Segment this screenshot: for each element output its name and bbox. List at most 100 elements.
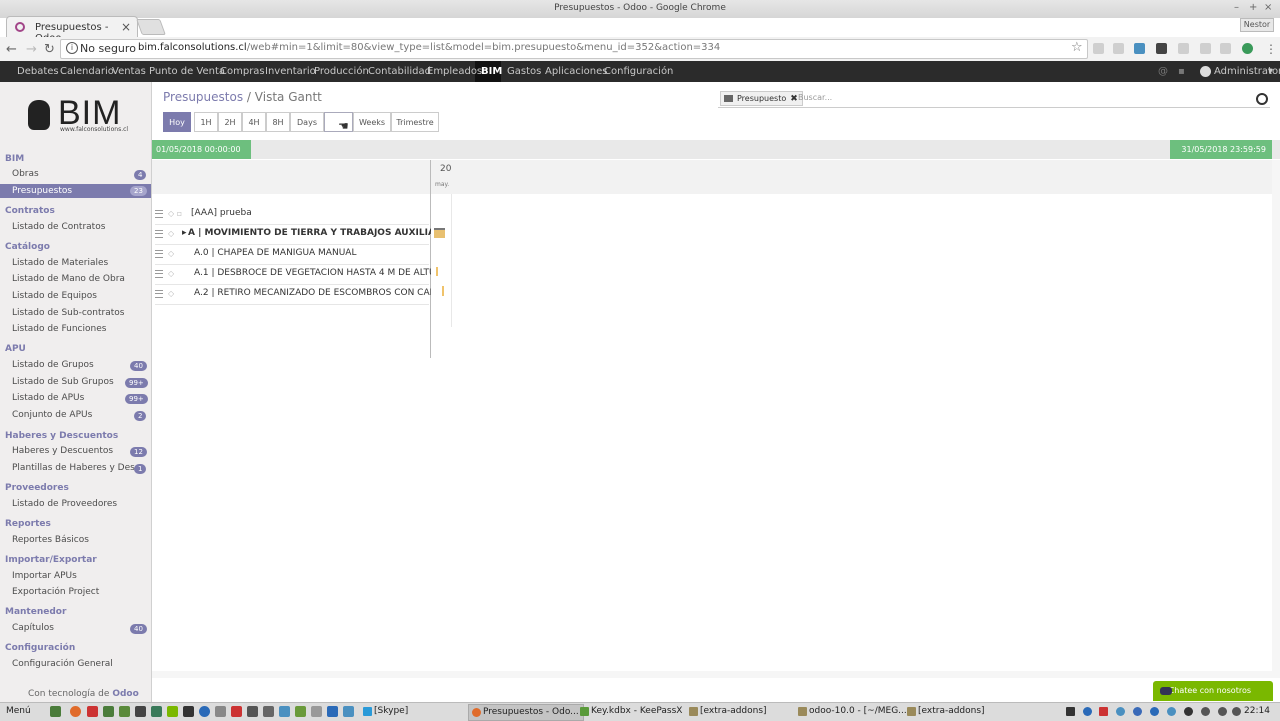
menu-gastos[interactable]: Gastos xyxy=(507,66,541,77)
sidebar-item-subcontratos[interactable]: Listado de Sub-contratos xyxy=(12,308,124,318)
chrome-menu-icon[interactable]: ⋮ xyxy=(1265,42,1277,56)
range-end-handle[interactable]: 31/05/2018 23:59:59 xyxy=(1170,140,1272,159)
sidebar-item-equipos[interactable]: Listado de Equipos xyxy=(12,291,97,301)
sidebar-item-sub-grupos[interactable]: Listado de Sub Grupos xyxy=(12,377,114,387)
sidebar-item-contratos[interactable]: Listado de Contratos xyxy=(12,222,105,232)
sidebar-item-configuracion-general[interactable]: Configuración General xyxy=(12,659,113,669)
power-icon[interactable] xyxy=(1218,707,1227,716)
launcher-icon[interactable] xyxy=(119,706,130,717)
search-bar[interactable]: Presupuesto ✖ Buscar... xyxy=(718,90,1270,108)
launcher-icon[interactable] xyxy=(135,706,146,717)
user-menu-caret-icon[interactable]: ▾ xyxy=(1268,66,1273,77)
gantt-task-row[interactable]: ◇ A.1 | DESBROCE DE VEGETACION HASTA 4 M… xyxy=(155,266,431,282)
tab-close-icon[interactable]: × xyxy=(121,20,131,34)
taskbar-task[interactable]: [extra-addons] xyxy=(686,704,800,719)
extension-icon[interactable] xyxy=(1242,43,1253,54)
vertical-scrollbar[interactable] xyxy=(1272,160,1280,671)
menu-calendario[interactable]: Calendario xyxy=(60,66,114,77)
taskbar-task[interactable]: odoo-10.0 - [~/MEG... xyxy=(795,704,909,719)
expand-icon[interactable]: ◇ xyxy=(168,269,174,278)
launcher-icon[interactable] xyxy=(167,706,178,717)
messages-icon[interactable]: @ xyxy=(1158,66,1168,77)
launcher-icon[interactable] xyxy=(343,706,354,717)
chat-bubble-icon[interactable]: ▪ xyxy=(1178,66,1185,77)
gantt-task-row[interactable]: ◇ A.0 | CHAPEA DE MANIGUA MANUAL xyxy=(155,246,431,262)
address-bar[interactable]: i No seguro bim.falconsolutions.cl/web#m… xyxy=(60,39,1088,59)
extension-icon[interactable] xyxy=(1093,43,1104,54)
sidebar-item-materiales[interactable]: Listado de Materiales xyxy=(12,258,108,268)
sidebar-item-exportacion-project[interactable]: Exportación Project xyxy=(12,587,99,597)
sidebar-item-mano-de-obra[interactable]: Listado de Mano de Obra xyxy=(12,274,125,284)
browser-tab[interactable]: Presupuestos - Odoo × xyxy=(6,16,138,44)
extension-icon[interactable] xyxy=(1220,43,1231,54)
expand-icon[interactable]: ◇ xyxy=(168,229,174,238)
menu-contabilidad[interactable]: Contabilidad xyxy=(368,66,431,77)
taskbar-task[interactable]: [Skype] xyxy=(360,704,474,719)
menu-configuracion[interactable]: Configuración xyxy=(604,66,673,77)
scale-4h-button[interactable]: 4H xyxy=(242,112,266,132)
menu-inventario[interactable]: Inventario xyxy=(265,66,316,77)
user-avatar[interactable] xyxy=(1200,66,1211,77)
sidebar-item-proveedores[interactable]: Listado de Proveedores xyxy=(12,499,117,509)
menu-debates[interactable]: Debates xyxy=(17,66,59,77)
launcher-icon[interactable] xyxy=(215,706,226,717)
gantt-bar[interactable] xyxy=(442,286,444,296)
gantt-bar[interactable] xyxy=(436,267,438,276)
dropbox-icon[interactable] xyxy=(1150,707,1159,716)
close-window-button[interactable]: × xyxy=(1264,2,1272,13)
drag-handle-icon[interactable] xyxy=(155,230,163,238)
extension-icon[interactable] xyxy=(1156,43,1167,54)
sidebar-item-grupos[interactable]: Listado de Grupos xyxy=(12,360,94,370)
taskbar-task[interactable]: Key.kdbx - KeePassX xyxy=(577,704,691,719)
expand-icon[interactable]: ◇ ▫ xyxy=(168,209,182,218)
launcher-icon[interactable] xyxy=(295,706,306,717)
launcher-icon[interactable] xyxy=(87,706,98,717)
menu-empleados[interactable]: Empleados xyxy=(427,66,482,77)
drag-handle-icon[interactable] xyxy=(155,210,163,218)
breadcrumb-presupuestos[interactable]: Presupuestos xyxy=(163,90,243,104)
drag-handle-icon[interactable] xyxy=(155,270,163,278)
sidebar-item-importar-apus[interactable]: Importar APUs xyxy=(12,571,77,581)
extension-icon[interactable] xyxy=(1178,43,1189,54)
gantt-task-row[interactable]: ◇ ▫ [AAA] prueba xyxy=(155,206,431,222)
scale-days-button[interactable]: Days xyxy=(290,112,324,132)
maximize-button[interactable]: + xyxy=(1249,2,1257,13)
range-start-handle[interactable]: 01/05/2018 00:00:00 xyxy=(152,140,251,159)
remove-facet-icon[interactable]: ✖ xyxy=(790,94,798,104)
back-icon[interactable]: ← xyxy=(6,42,17,57)
menu-aplicaciones[interactable]: Aplicaciones xyxy=(545,66,607,77)
sidebar-item-conjunto-apus[interactable]: Conjunto de APUs xyxy=(12,410,92,420)
drag-handle-icon[interactable] xyxy=(155,290,163,298)
tray-icon[interactable] xyxy=(1167,707,1176,716)
start-menu-button[interactable]: Menú xyxy=(6,706,31,716)
expand-icon[interactable]: ◇ xyxy=(168,289,174,298)
horizontal-scrollbar[interactable] xyxy=(152,671,1280,678)
network-icon[interactable] xyxy=(1201,707,1210,716)
sidebar-item-plantillas[interactable]: Plantillas de Haberes y Des... xyxy=(12,463,143,473)
info-tray-icon[interactable] xyxy=(1184,707,1193,716)
scale-2h-button[interactable]: 2H xyxy=(218,112,242,132)
scale-1h-button[interactable]: 1H xyxy=(194,112,218,132)
gantt-bar-group[interactable] xyxy=(434,228,445,238)
launcher-icon[interactable] xyxy=(247,706,258,717)
gantt-task-row[interactable]: ◇ ▸ A | MOVIMIENTO DE TIERRA Y TRABAJOS … xyxy=(155,226,431,242)
launcher-icon[interactable] xyxy=(231,706,242,717)
extension-icon[interactable] xyxy=(1113,43,1124,54)
info-icon[interactable]: i xyxy=(66,42,78,54)
odoo-link[interactable]: Odoo xyxy=(112,689,138,699)
extension-icon[interactable] xyxy=(1134,43,1145,54)
expand-icon[interactable]: ◇ xyxy=(168,249,174,258)
profile-badge[interactable]: Nestor xyxy=(1240,18,1274,32)
scale-trimestre-button[interactable]: Trimestre xyxy=(391,112,439,132)
menu-punto-de-venta[interactable]: Punto de Venta xyxy=(149,66,225,77)
sidebar-item-funciones[interactable]: Listado de Funciones xyxy=(12,324,106,334)
launcher-icon[interactable] xyxy=(151,706,162,717)
sidebar-item-capitulos[interactable]: Capítulos xyxy=(12,623,54,633)
launcher-icon[interactable] xyxy=(327,706,338,717)
chat-button[interactable]: Chatee con nosotros xyxy=(1153,681,1273,701)
chrome-launcher-icon[interactable] xyxy=(70,706,81,717)
bluetooth-icon[interactable] xyxy=(1133,707,1142,716)
launcher-icon[interactable] xyxy=(311,706,322,717)
sidebar-item-haberes[interactable]: Haberes y Descuentos xyxy=(12,446,113,456)
tray-icon[interactable] xyxy=(1116,707,1125,716)
